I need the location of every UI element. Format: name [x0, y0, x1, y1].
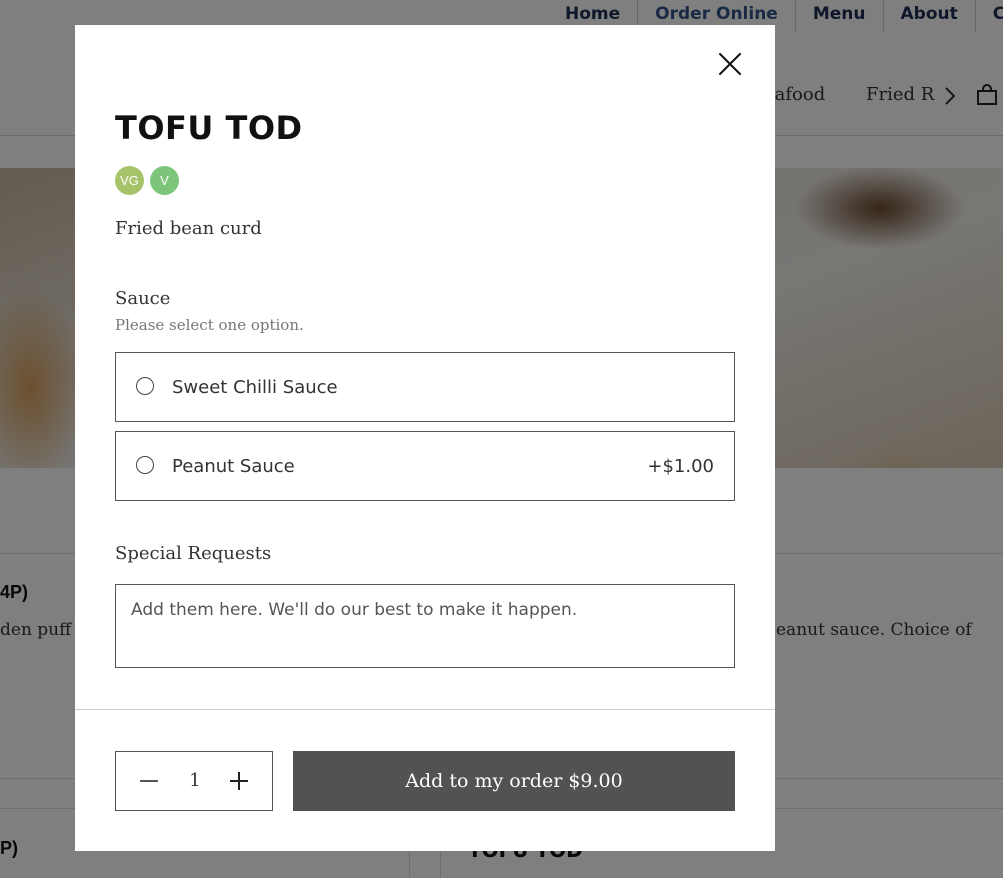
item-description: Fried bean curd [115, 218, 262, 239]
add-to-order-button[interactable]: Add to my order $9.00 [293, 751, 735, 811]
radio-button[interactable] [136, 377, 154, 395]
vegan-badge: VG [115, 166, 144, 195]
sauce-section-subtitle: Please select one option. [115, 316, 304, 334]
special-requests-input[interactable] [115, 584, 735, 668]
sauce-section-title: Sauce [115, 288, 171, 309]
item-title: TOFU TOD [115, 109, 303, 147]
quantity-value: 1 [189, 770, 201, 791]
dietary-badges: VG V [115, 166, 179, 195]
vegetarian-badge: V [150, 166, 179, 195]
item-modal: TOFU TOD VG V Fried bean curd Sauce Plea… [75, 25, 775, 851]
option-label: Peanut Sauce [172, 456, 295, 477]
divider [75, 709, 775, 710]
plus-icon[interactable] [230, 772, 248, 790]
quantity-stepper: 1 [115, 751, 273, 811]
sauce-option-peanut[interactable]: Peanut Sauce +$1.00 [115, 431, 735, 501]
option-label: Sweet Chilli Sauce [172, 377, 338, 398]
option-price: +$1.00 [647, 456, 714, 477]
special-requests-title: Special Requests [115, 543, 272, 564]
radio-button[interactable] [136, 456, 154, 474]
close-icon[interactable] [717, 51, 743, 77]
minus-icon[interactable] [140, 780, 158, 782]
sauce-option-sweet-chilli[interactable]: Sweet Chilli Sauce [115, 352, 735, 422]
